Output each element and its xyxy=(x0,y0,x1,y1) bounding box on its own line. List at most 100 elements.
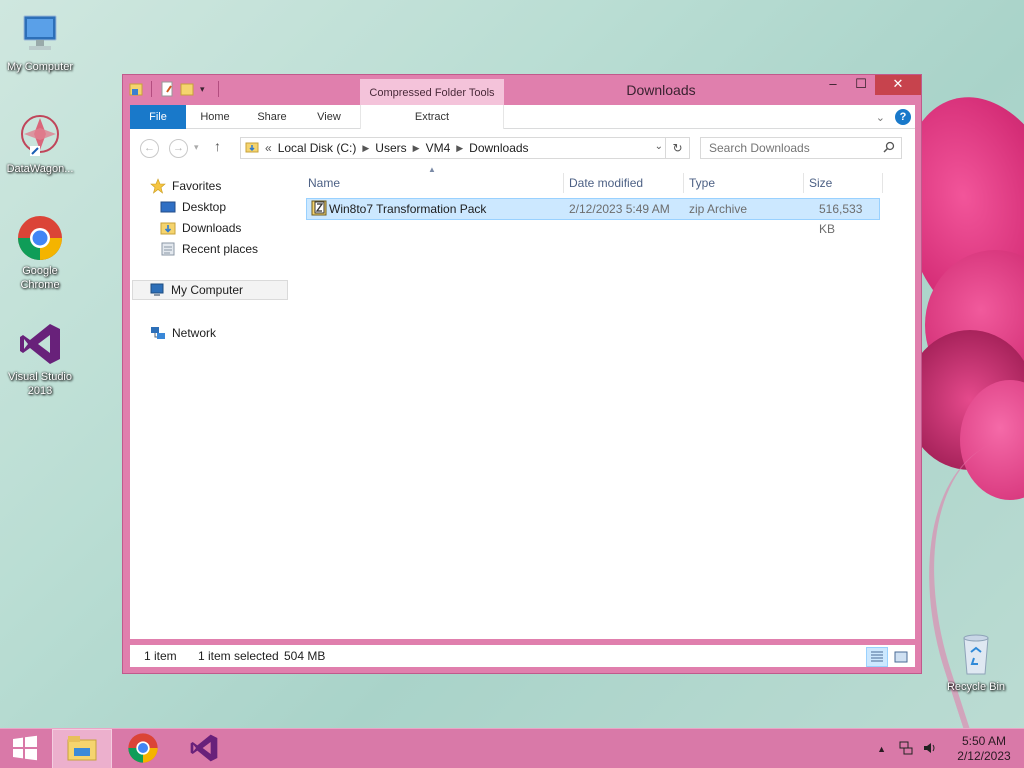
tab-file[interactable]: File xyxy=(130,105,186,129)
nav-label: Desktop xyxy=(182,200,227,214)
desktop-icon-label: My Computer xyxy=(6,61,74,73)
visual-studio-icon xyxy=(188,732,220,767)
zip-file-icon xyxy=(311,200,327,220)
ribbon-tabs: File Home Share View Extract ⌄ ? xyxy=(130,105,915,129)
tab-extract[interactable]: Extract xyxy=(360,105,504,129)
nav-label: Downloads xyxy=(182,221,242,235)
desktop-icon-visual-studio[interactable]: Visual Studio 2013 xyxy=(0,320,80,398)
recent-places-icon xyxy=(160,241,176,257)
column-header-size[interactable]: Size xyxy=(809,171,879,195)
status-selection-size: 504 MB xyxy=(284,649,326,663)
breadcrumb-users[interactable]: Users xyxy=(375,141,406,155)
column-separator[interactable] xyxy=(563,173,564,193)
breadcrumb-overflow[interactable]: « xyxy=(265,141,272,155)
desktop-icon-label: Recycle Bin xyxy=(946,681,1006,693)
volume-icon[interactable] xyxy=(922,740,938,759)
nav-item-network[interactable]: Network xyxy=(150,323,216,343)
column-separator[interactable] xyxy=(683,173,684,193)
breadcrumb-vm4[interactable]: VM4 xyxy=(426,141,451,155)
search-box[interactable] xyxy=(700,137,902,159)
clock[interactable]: 5:50 AM 2/12/2023 xyxy=(944,734,1024,764)
column-header-name[interactable]: Name xyxy=(308,171,558,195)
start-button[interactable] xyxy=(0,729,50,768)
maximize-button[interactable]: ☐ xyxy=(847,75,875,95)
column-header-type[interactable]: Type xyxy=(689,171,799,195)
nav-label: My Computer xyxy=(171,283,244,297)
breadcrumb-chevron-icon[interactable]: ▶ xyxy=(456,143,463,154)
breadcrumb-downloads[interactable]: Downloads xyxy=(469,141,528,155)
nav-item-desktop[interactable]: Desktop xyxy=(160,197,226,217)
column-header-date-modified[interactable]: Date modified xyxy=(569,171,679,195)
up-button[interactable]: ↑ xyxy=(214,138,221,154)
desktop-icon-google-chrome[interactable]: Google Chrome xyxy=(0,214,80,292)
star-icon xyxy=(150,178,166,194)
recycle-bin-icon xyxy=(952,630,1000,678)
desktop-icon-label: Visual Studio 2013 xyxy=(7,371,72,397)
window-controls: – ☐ ✕ xyxy=(819,75,921,95)
details-view-button[interactable] xyxy=(866,647,888,667)
nav-label: Network xyxy=(172,326,217,340)
nav-item-downloads[interactable]: Downloads xyxy=(160,218,241,238)
desktop-icon-datawagon[interactable]: DataWagon... xyxy=(0,112,80,176)
taskbar-file-explorer[interactable] xyxy=(52,729,112,768)
search-input[interactable] xyxy=(701,138,871,158)
show-hidden-icons-chevron-icon[interactable]: ▲ xyxy=(877,744,886,754)
title-bar[interactable]: ▾ Compressed Folder Tools Downloads – ☐ … xyxy=(123,75,921,107)
nav-item-my-computer[interactable]: My Computer xyxy=(132,280,288,300)
taskbar-visual-studio[interactable] xyxy=(174,729,234,768)
desktop-icon-my-computer[interactable]: My Computer xyxy=(0,10,80,74)
column-separator[interactable] xyxy=(882,173,883,193)
tab-home[interactable]: Home xyxy=(188,105,242,129)
nav-label: Recent places xyxy=(182,242,259,256)
tab-share[interactable]: Share xyxy=(244,105,300,129)
computer-icon xyxy=(16,10,64,58)
help-button[interactable]: ? xyxy=(895,109,911,125)
downloads-folder-icon xyxy=(160,220,176,236)
window-title: Downloads xyxy=(626,82,696,98)
breadcrumb-local-disk[interactable]: Local Disk (C:) xyxy=(278,141,357,155)
nav-label: Favorites xyxy=(172,179,222,193)
recent-locations-chevron-icon[interactable]: ▾ xyxy=(194,142,199,153)
back-button[interactable]: ← xyxy=(140,139,159,158)
computer-icon xyxy=(149,282,165,298)
clock-date: 2/12/2023 xyxy=(957,749,1011,763)
breadcrumb-chevron-icon[interactable]: ▶ xyxy=(362,143,369,154)
table-row[interactable]: Win8to7 Transformation Pack 2/12/2023 5:… xyxy=(306,198,880,236)
status-selection: 1 item selected xyxy=(198,649,279,663)
navigation-pane: Favorites Desktop Downloads Recent place… xyxy=(130,165,290,639)
close-button[interactable]: ✕ xyxy=(875,75,921,95)
taskbar-google-chrome[interactable] xyxy=(113,729,173,768)
file-type: zip Archive xyxy=(689,202,748,216)
datawagon-icon xyxy=(16,112,64,160)
forward-button[interactable]: → xyxy=(169,139,188,158)
refresh-button[interactable]: ↻ xyxy=(665,138,689,158)
breadcrumb-chevron-icon[interactable]: ▶ xyxy=(413,143,420,154)
visual-studio-icon xyxy=(16,320,64,368)
status-item-count: 1 item xyxy=(144,649,177,663)
windows-logo-icon xyxy=(12,735,38,764)
system-tray: ▲ 5:50 AM 2/12/2023 xyxy=(877,729,1024,768)
large-icons-view-button[interactable] xyxy=(890,647,912,667)
navigation-bar: ← → ▾ ↑ « Local Disk (C:) ▶ Users ▶ VM4 … xyxy=(130,129,915,165)
chrome-icon xyxy=(127,732,159,767)
minimize-button[interactable]: – xyxy=(819,75,847,95)
desktop-icon-recycle-bin[interactable]: Recycle Bin xyxy=(936,630,1016,694)
tab-view[interactable]: View xyxy=(302,105,356,129)
column-separator[interactable] xyxy=(803,173,804,193)
address-bar[interactable]: « Local Disk (C:) ▶ Users ▶ VM4 ▶ Downlo… xyxy=(240,137,690,159)
chrome-icon xyxy=(16,214,64,262)
desktop-icon-label: Google Chrome xyxy=(20,265,60,291)
expand-ribbon-chevron-icon[interactable]: ⌄ xyxy=(876,111,885,124)
file-date-modified: 2/12/2023 5:49 AM xyxy=(569,202,670,216)
file-explorer-icon xyxy=(66,734,98,765)
desktop-icon xyxy=(160,199,176,215)
file-name: Win8to7 Transformation Pack xyxy=(329,202,487,216)
file-size: 516,533 KB xyxy=(819,202,863,236)
search-icon[interactable] xyxy=(883,141,895,156)
nav-favorites[interactable]: Favorites xyxy=(150,176,221,196)
file-list: ▲ Name Date modified Type Size Win8to7 T… xyxy=(302,165,912,639)
nav-item-recent-places[interactable]: Recent places xyxy=(160,239,258,259)
address-dropdown-chevron-icon[interactable]: ⌄ xyxy=(655,141,663,152)
network-tray-icon[interactable] xyxy=(898,740,914,759)
status-bar: 1 item 1 item selected 504 MB xyxy=(130,645,915,667)
